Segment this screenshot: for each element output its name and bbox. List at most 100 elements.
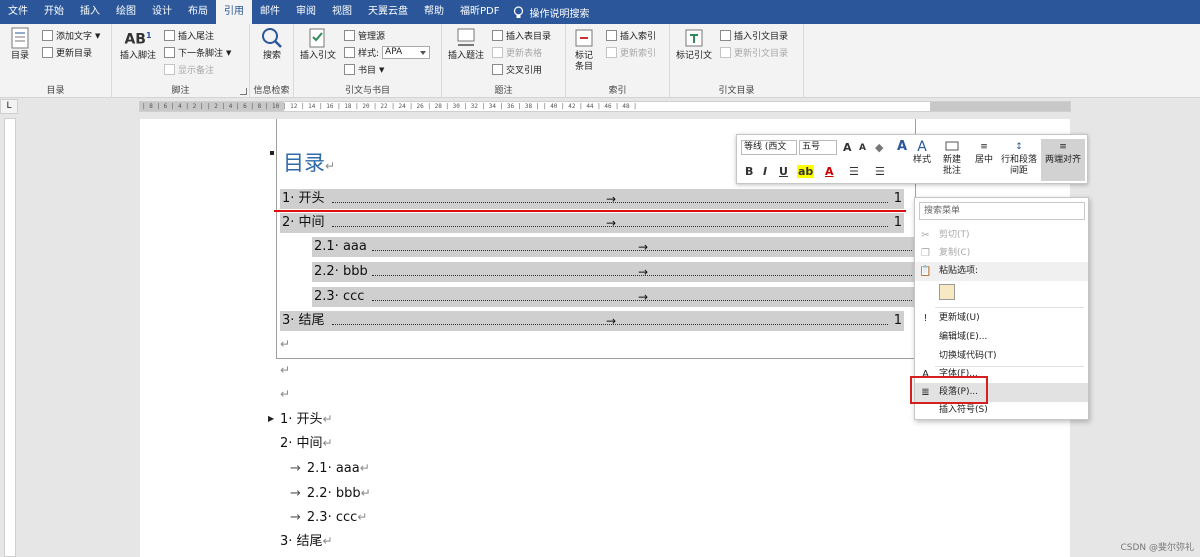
font-family-select[interactable]: 等线 (西文 [741, 140, 797, 155]
styles-pane-icon[interactable]: A [897, 139, 907, 154]
tab-design[interactable]: 设计 [144, 0, 180, 24]
underline-icon[interactable]: U [779, 165, 788, 178]
tab-references[interactable]: 引用 [216, 0, 252, 24]
paste-keep-text-icon[interactable] [939, 284, 955, 300]
tab-selector[interactable]: L [0, 99, 18, 114]
menu-item-insert-symbol-label: 插入符号(S) [939, 405, 988, 415]
font-size-select[interactable]: 五号 [799, 140, 837, 155]
manage-sources-button[interactable]: 管理源 [344, 28, 385, 43]
tab-insert[interactable]: 插入 [72, 0, 108, 24]
search-button[interactable]: 搜索 [260, 26, 284, 62]
vertical-ruler[interactable] [4, 118, 16, 557]
tab-mailings[interactable]: 邮件 [252, 0, 288, 24]
show-notes-button[interactable]: 显示备注 [164, 62, 214, 77]
tab-arrow: → [606, 192, 617, 206]
toc-row[interactable]: 3· 结尾 → 1 [280, 311, 904, 331]
add-text-button[interactable]: 添加文字 ▼ [42, 28, 100, 43]
tab-cloud[interactable]: 天翼云盘 [360, 0, 416, 24]
heading-1[interactable]: 3· 结尾↵ [280, 532, 333, 551]
group-footnotes-title: 脚注 [171, 86, 190, 96]
shrink-font-icon[interactable]: A [859, 143, 866, 153]
tab-foxit-pdf[interactable]: 福昕PDF [452, 0, 507, 24]
tab-help[interactable]: 帮助 [416, 0, 452, 24]
styles-button[interactable]: A 样式 [913, 139, 931, 166]
manage-sources-label: 管理源 [358, 32, 386, 42]
tab-layout[interactable]: 布局 [180, 0, 216, 24]
italic-icon[interactable]: I [763, 165, 767, 178]
update-index-button[interactable]: 更新索引 [606, 45, 656, 60]
update-field-icon: ! [923, 313, 928, 324]
menu-item-edit-field[interactable]: 编辑域(E)... [915, 328, 1088, 347]
toc-button[interactable]: 目录 [8, 26, 32, 62]
toc-row[interactable]: 2.1· aaa → [312, 237, 914, 257]
grow-font-icon[interactable]: A [843, 141, 852, 154]
font-color-icon[interactable]: A [825, 165, 834, 178]
insert-caption-button[interactable]: 插入题注 [448, 26, 484, 62]
tab-arrow: → [638, 240, 649, 254]
search-label: 搜索 [262, 51, 281, 61]
next-footnote-button[interactable]: 下一条脚注 ▼ [164, 45, 231, 60]
highlight-icon[interactable]: ab [797, 165, 815, 178]
style-combo[interactable]: APA [382, 46, 431, 59]
style-select[interactable]: 样式: APA [344, 45, 431, 60]
empty-paragraph: ↵ [280, 361, 290, 380]
mark-citation-button[interactable]: 标记引文 [676, 26, 712, 62]
menu-item-toggle-field-codes[interactable]: 切换域代码(T) [915, 347, 1088, 366]
toc-row[interactable]: 2.3· ccc → [312, 287, 914, 307]
group-index: 标记 条目 插入索引 更新索引 索引 [566, 24, 670, 98]
toc-row[interactable]: 2· 中间 → 1 [280, 213, 904, 233]
collapse-triangle-icon[interactable]: ▶ [268, 414, 274, 423]
update-toa-button[interactable]: 更新引文目录 [720, 45, 788, 60]
insert-citation-button[interactable]: 插入引文 [300, 26, 336, 62]
menu-item-update-field-label: 更新域(U) [939, 313, 980, 323]
numbering-icon[interactable]: ☰ [875, 165, 885, 178]
heading-2[interactable]: → 2.2· bbb↵ [290, 484, 371, 503]
heading-1[interactable]: 1· 开头↵ [280, 410, 333, 429]
menu-item-copy[interactable]: ❐ 复制(C) [915, 244, 1088, 263]
citation-icon [306, 26, 330, 50]
insert-endnote-button[interactable]: 插入尾注 [164, 28, 214, 43]
next-footnote-icon [164, 47, 175, 58]
dropdown-arrow-icon: ▼ [95, 31, 101, 40]
justify-button[interactable]: ≡ 两端对齐 [1041, 139, 1085, 181]
heading-1[interactable]: 2· 中间↵ [280, 434, 333, 453]
toc-row-page: 1 [893, 191, 902, 206]
tab-review[interactable]: 审阅 [288, 0, 324, 24]
search-icon [260, 26, 284, 50]
insert-toa-button[interactable]: 插入引文目录 [720, 28, 788, 43]
menu-item-cut[interactable]: ✂ 剪切(T) [915, 226, 1088, 245]
bullets-icon[interactable]: ☰ [849, 165, 859, 178]
tab-home[interactable]: 开始 [36, 0, 72, 24]
tab-file[interactable]: 文件 [0, 0, 36, 24]
tell-me-search[interactable]: 操作说明搜索 [507, 5, 589, 20]
toc-row[interactable]: 2.2· bbb → [312, 262, 914, 282]
tab-draw[interactable]: 绘图 [108, 0, 144, 24]
mark-entry-button[interactable]: 标记 条目 [572, 26, 596, 73]
heading-2[interactable]: → 2.3· ccc↵ [290, 508, 367, 527]
insert-footnote-button[interactable]: AB1 插入脚注 [120, 26, 156, 62]
toc-row[interactable]: 1· 开头 → 1 [280, 189, 904, 209]
cross-reference-button[interactable]: 交叉引用 [492, 62, 542, 77]
horizontal-ruler[interactable]: | 8 | 6 | 4 | 2 | | 2 | 4 | 6 | 8 | 10 |… [139, 101, 1071, 112]
bibliography-button[interactable]: 书目 ▼ [344, 62, 384, 77]
center-button[interactable]: ≡ 居中 [975, 139, 993, 166]
insert-table-of-figures-button[interactable]: 插入表目录 [492, 28, 551, 43]
new-comment-button[interactable]: 新建 批注 [943, 139, 961, 177]
toc-title-text: 目录 [283, 151, 325, 175]
empty-paragraph: ↵ [280, 385, 290, 404]
line-spacing-label: 行和段落 间距 [1001, 155, 1038, 176]
search-menu-input[interactable]: 搜索菜单 [919, 202, 1085, 220]
tab-view[interactable]: 视图 [324, 0, 360, 24]
update-table-button[interactable]: 更新表格 [492, 45, 542, 60]
insert-index-button[interactable]: 插入索引 [606, 28, 656, 43]
line-spacing-button[interactable]: ↕ 行和段落 间距 [1001, 139, 1037, 177]
heading-2-text: 2.3· ccc [306, 510, 358, 525]
footnote-dialog-launcher-icon[interactable] [240, 88, 247, 95]
tab-arrow: → [606, 216, 617, 230]
clear-format-icon[interactable]: ◆ [875, 141, 883, 154]
menu-item-edit-field-label: 编辑域(E)... [939, 332, 988, 342]
update-toc-button[interactable]: 更新目录 [42, 45, 92, 60]
bold-icon[interactable]: B [745, 165, 753, 178]
heading-2[interactable]: → 2.1· aaa↵ [290, 459, 370, 478]
menu-item-update-field[interactable]: ! 更新域(U) [915, 309, 1088, 328]
